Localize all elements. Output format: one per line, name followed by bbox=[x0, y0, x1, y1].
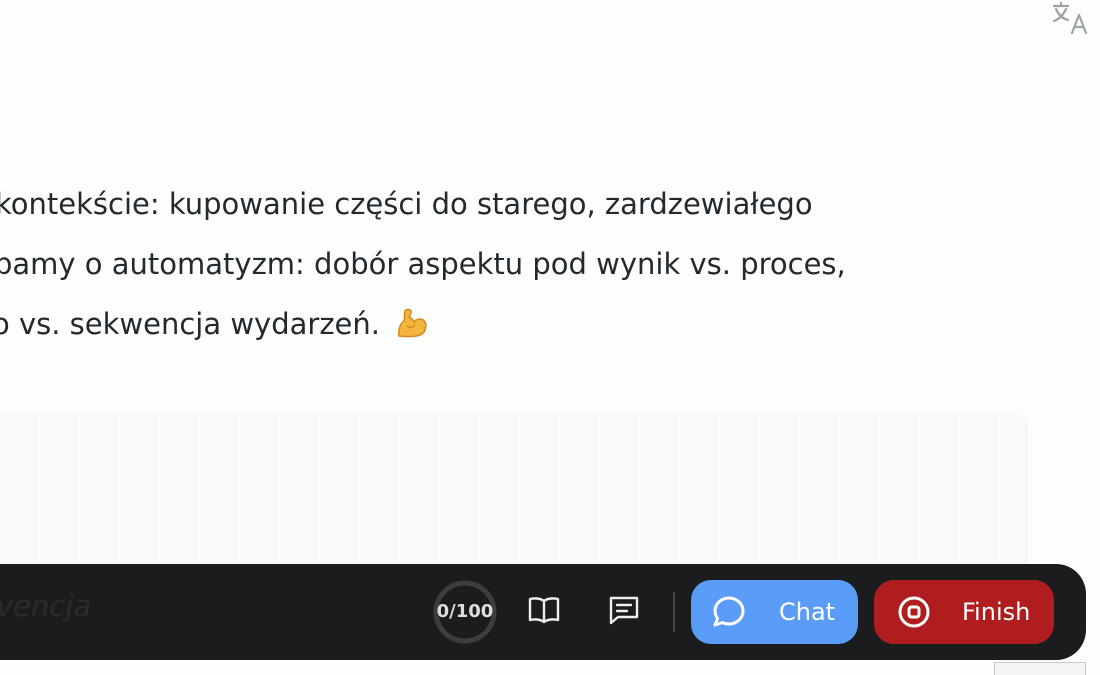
flexed-biceps-icon bbox=[395, 306, 429, 340]
text-line: pamy o automatyzm: dobór aspektu pod wyn… bbox=[0, 247, 846, 281]
message-input-preview[interactable]: vencja bbox=[0, 584, 91, 628]
stop-circle-icon bbox=[896, 594, 932, 630]
translate-icon[interactable] bbox=[1048, 0, 1092, 38]
chat-bubble-icon bbox=[711, 594, 747, 630]
notes-icon bbox=[607, 594, 641, 630]
text-line: kontekście: kupowanie części do starego,… bbox=[0, 187, 813, 221]
bottom-toolbar: vencja 0/100 Chat Finish bbox=[0, 564, 1086, 660]
chat-button[interactable]: Chat bbox=[691, 580, 858, 644]
open-book-icon bbox=[527, 595, 561, 629]
content-card bbox=[0, 412, 1027, 582]
open-book-button[interactable] bbox=[518, 586, 570, 638]
progress-indicator: 0/100 bbox=[432, 579, 498, 645]
notes-button[interactable] bbox=[598, 586, 650, 638]
corner-tab bbox=[994, 662, 1086, 675]
progress-label: 0/100 bbox=[436, 601, 494, 622]
finish-button-label: Finish bbox=[962, 598, 1031, 626]
toolbar-divider bbox=[673, 592, 675, 632]
text-line-content: o vs. sekwencja wydarzeń. bbox=[0, 307, 380, 341]
chat-button-label: Chat bbox=[779, 598, 836, 626]
message-text: kontekście: kupowanie części do starego,… bbox=[0, 182, 1000, 362]
text-line: o vs. sekwencja wydarzeń. bbox=[0, 302, 1000, 362]
finish-button[interactable]: Finish bbox=[874, 580, 1054, 644]
